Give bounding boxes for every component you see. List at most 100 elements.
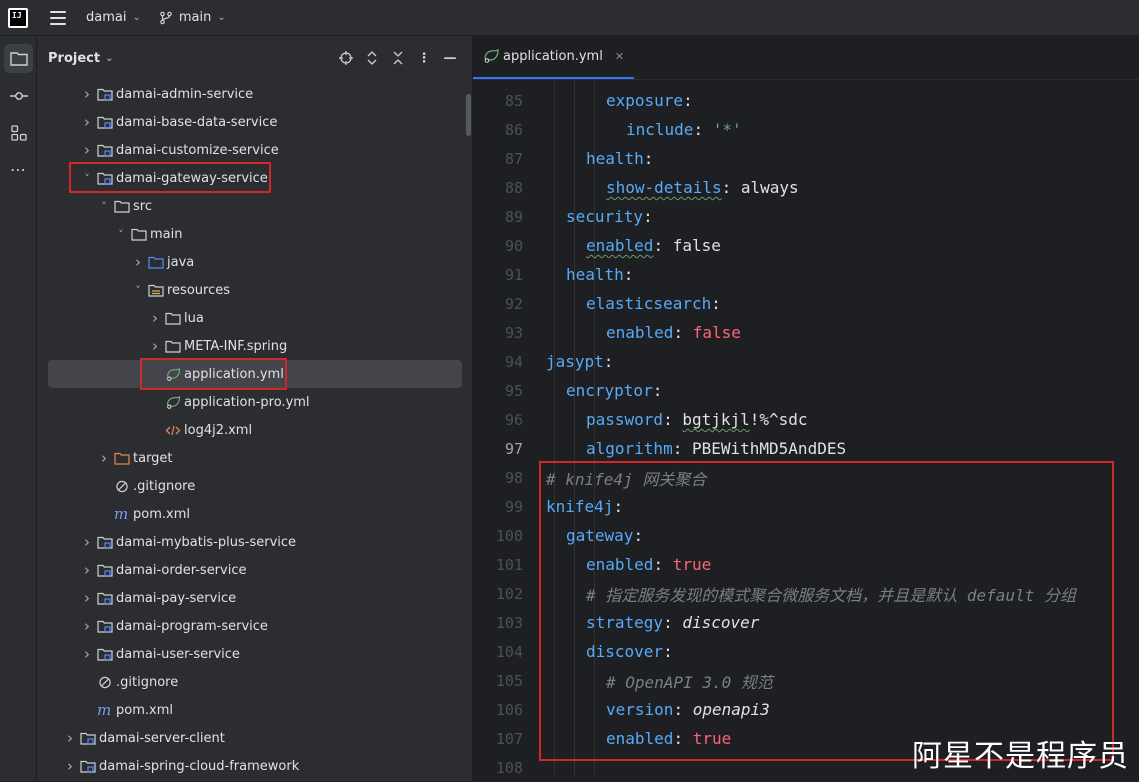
collapse-all-icon[interactable]	[390, 50, 406, 66]
code-line[interactable]: 91health:	[473, 260, 1139, 289]
code-line[interactable]: 95encryptor:	[473, 376, 1139, 405]
expand-all-icon[interactable]	[364, 50, 380, 66]
chevron-right-icon[interactable]: ›	[149, 337, 161, 355]
code-line[interactable]: 89security:	[473, 202, 1139, 231]
close-icon[interactable]: ✕	[615, 50, 624, 63]
tree-item[interactable]: › damai-mybatis-plus-service	[48, 528, 462, 556]
chevron-right-icon[interactable]: ›	[64, 729, 76, 747]
chevron-right-icon[interactable]: ›	[81, 533, 93, 551]
code-token: :	[653, 555, 672, 574]
chevron-right-icon[interactable]: ›	[64, 757, 76, 775]
code-text: # OpenAPI 3.0 规范	[606, 669, 773, 693]
chevron-right-icon[interactable]: ›	[98, 449, 110, 467]
tree-item[interactable]: ˅damai-gateway-service	[48, 164, 462, 192]
chevron-right-icon[interactable]: ›	[81, 617, 93, 635]
tree-item[interactable]: ›log4j2.xml	[48, 416, 462, 444]
code-line[interactable]: 88show-details: always	[473, 173, 1139, 202]
chevron-down-icon[interactable]: ˅	[115, 228, 127, 241]
chevron-right-icon[interactable]: ›	[81, 589, 93, 607]
tree-item-label: damai-mybatis-plus-service	[116, 535, 296, 550]
code-line[interactable]: 102# 指定服务发现的模式聚合微服务文档，并且是默认 default 分组	[473, 579, 1139, 608]
code-line[interactable]: 105# OpenAPI 3.0 规范	[473, 666, 1139, 695]
tree-item[interactable]: ›damai-admin-service	[48, 80, 462, 108]
code-line[interactable]: 101enabled: true	[473, 550, 1139, 579]
chevron-down-icon[interactable]: ˅	[132, 284, 144, 297]
code-token: encryptor	[566, 381, 653, 400]
code-line[interactable]: 106version: openapi3	[473, 695, 1139, 724]
more-tools-icon[interactable]: ⋯	[4, 155, 33, 184]
project-selector[interactable]: damai ⌄	[86, 10, 141, 25]
tree-item[interactable]: ›application-pro.yml	[48, 388, 462, 416]
chevron-right-icon[interactable]: ›	[81, 561, 93, 579]
maven-pom-icon: m	[114, 508, 133, 521]
hide-panel-icon[interactable]: —	[442, 50, 458, 66]
code-line[interactable]: 86include: '*'	[473, 115, 1139, 144]
chevron-right-icon[interactable]: ›	[81, 645, 93, 663]
line-number: 88	[473, 179, 523, 197]
tree-item[interactable]: ›damai-base-data-service	[48, 108, 462, 136]
tree-item-label: target	[133, 451, 173, 466]
tree-item[interactable]: ›damai-server-client	[48, 724, 462, 752]
code-text: password: bgtjkjl!%^sdc	[586, 410, 808, 429]
maven-pom-icon: m	[97, 704, 116, 717]
tree-item[interactable]: ›damai-spring-cloud-framework	[48, 752, 462, 780]
tree-item[interactable]: ›META-INF.spring	[48, 332, 462, 360]
chevron-right-icon[interactable]: ›	[81, 141, 93, 159]
tree-item[interactable]: ˅src	[48, 192, 462, 220]
tree-item[interactable]: ›lua	[48, 304, 462, 332]
tree-item[interactable]: ›damai-pay-service	[48, 584, 462, 612]
code-text: # knife4j 网关聚合	[546, 466, 706, 490]
chevron-down-icon[interactable]: ˅	[98, 200, 110, 213]
chevron-down-icon[interactable]: ˅	[81, 172, 93, 185]
code-line[interactable]: 104discover:	[473, 637, 1139, 666]
tree-item[interactable]: ›damai-program-service	[48, 612, 462, 640]
tree-scrollbar[interactable]	[466, 94, 471, 136]
tree-item-label: log4j2.xml	[184, 423, 252, 438]
project-tool-button[interactable]	[4, 44, 33, 73]
structure-tool-button[interactable]	[4, 118, 33, 147]
code-token: :	[633, 526, 643, 545]
chevron-right-icon[interactable]: ›	[132, 253, 144, 271]
folder-icon	[10, 51, 28, 66]
main-menu-icon[interactable]	[50, 11, 66, 25]
code-line[interactable]: 93enabled: false	[473, 318, 1139, 347]
code-line[interactable]: 103strategy: discover	[473, 608, 1139, 637]
chevron-right-icon[interactable]: ›	[81, 113, 93, 131]
locate-file-icon[interactable]	[338, 50, 354, 66]
code-line[interactable]: 99knife4j:	[473, 492, 1139, 521]
code-token: :	[613, 497, 623, 516]
chevron-down-icon[interactable]: ⌄	[105, 53, 113, 64]
code-token: true	[693, 729, 732, 748]
tree-item[interactable]: ˅resources	[48, 276, 462, 304]
code-line[interactable]: 97algorithm: PBEWithMD5AndDES	[473, 434, 1139, 463]
code-token: version	[606, 700, 673, 719]
project-panel-title[interactable]: Project	[48, 51, 100, 66]
code-line[interactable]: 90enabled: false	[473, 231, 1139, 260]
tree-item[interactable]: ›damai-customize-service	[48, 136, 462, 164]
code-line[interactable]: 100gateway:	[473, 521, 1139, 550]
tab-application-yml[interactable]: application.yml ✕	[473, 35, 634, 79]
tree-item[interactable]: ›mpom.xml	[48, 500, 462, 528]
code-line[interactable]: 85exposure:	[473, 86, 1139, 115]
chevron-right-icon[interactable]: ›	[81, 85, 93, 103]
tree-item[interactable]: ›java	[48, 248, 462, 276]
code-line[interactable]: 98# knife4j 网关聚合	[473, 463, 1139, 492]
commit-tool-button[interactable]	[4, 81, 33, 110]
tree-item[interactable]: ˅main	[48, 220, 462, 248]
tree-item[interactable]: ›damai-user-service	[48, 640, 462, 668]
branch-selector[interactable]: main ⌄	[159, 10, 226, 25]
structure-icon	[11, 125, 27, 141]
code-line[interactable]: 92elasticsearch:	[473, 289, 1139, 318]
options-menu-icon[interactable]: ⋮	[416, 50, 432, 66]
tree-item[interactable]: ›.gitignore	[48, 668, 462, 696]
tree-item[interactable]: ›damai-order-service	[48, 556, 462, 584]
tree-item[interactable]: › target	[48, 444, 462, 472]
yml-file-icon	[165, 396, 184, 409]
code-line[interactable]: 96password: bgtjkjl!%^sdc	[473, 405, 1139, 434]
tree-item[interactable]: ›.gitignore	[48, 472, 462, 500]
tree-item[interactable]: ›mpom.xml	[48, 696, 462, 724]
code-line[interactable]: 87health:	[473, 144, 1139, 173]
code-line[interactable]: 94jasypt:	[473, 347, 1139, 376]
tree-item[interactable]: ›application.yml	[48, 360, 462, 388]
chevron-right-icon[interactable]: ›	[149, 309, 161, 327]
